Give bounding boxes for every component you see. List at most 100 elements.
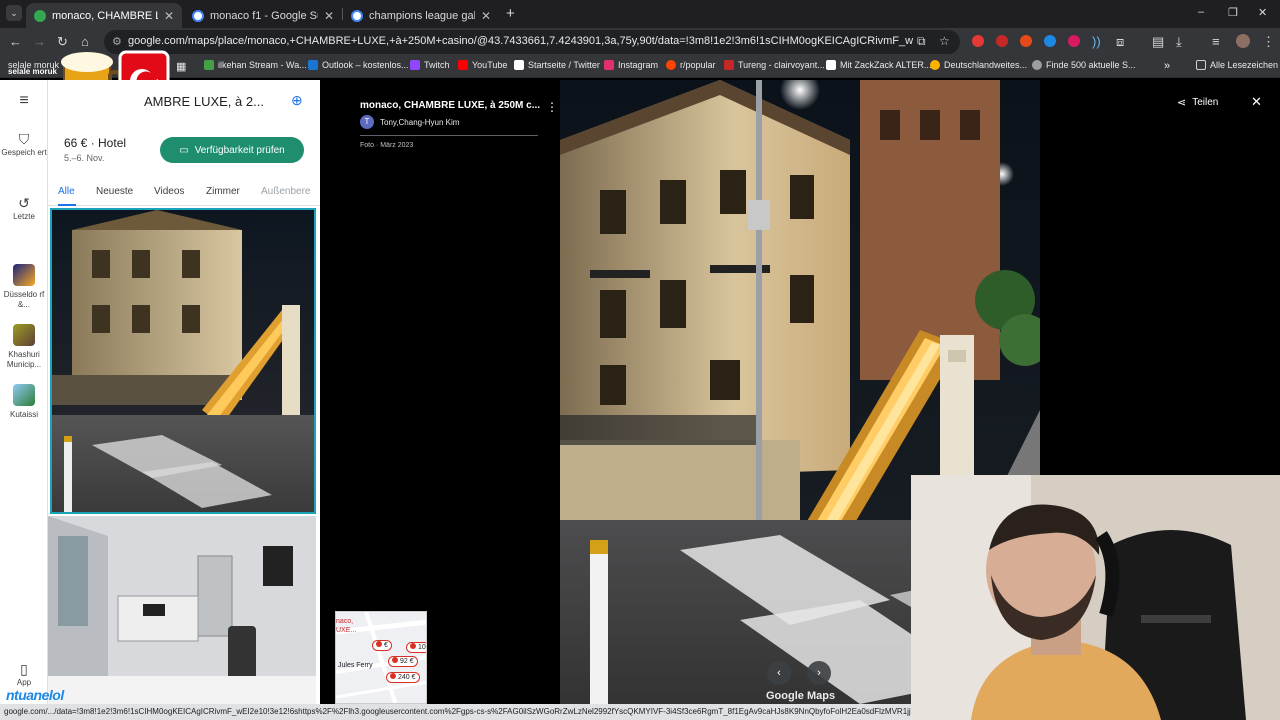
bookmark-label: Twitch (424, 60, 450, 70)
previous-photo-button[interactable]: ‹ (767, 661, 791, 685)
new-tab-button[interactable]: + (506, 5, 515, 22)
extension-icon[interactable] (1068, 35, 1080, 47)
author-name: Tony,Chang-Hyun Kim (380, 117, 460, 127)
bookmark-item[interactable]: Finde 500 aktuelle S... (1032, 60, 1136, 70)
photo-thumbnail-building[interactable] (50, 208, 316, 514)
hotel-pin-icon (390, 673, 396, 679)
menu-kebab-icon[interactable]: ⋮ (1262, 34, 1275, 50)
bookmark-item[interactable]: Startseite / Twitter (514, 60, 600, 70)
apps-grid-icon[interactable]: ▦ (176, 60, 186, 73)
tab-videos[interactable]: Videos (154, 186, 184, 197)
bookmark-item[interactable]: Deutschlandweites... (930, 60, 1027, 70)
place-thumbnail (13, 264, 35, 286)
place-thumbnail (13, 324, 35, 346)
bookmark-item[interactable]: Tureng - clairvoyant... (724, 60, 825, 70)
close-window-button[interactable]: ✕ (1258, 6, 1267, 19)
all-bookmarks-folder[interactable]: Alle Lesezeichen (1196, 60, 1278, 70)
rail-item-recent[interactable]: ↺ Letzte (0, 195, 48, 222)
tab-title: champions league galatasaray (369, 9, 475, 22)
bookmark-item[interactable]: YouTube (458, 60, 507, 70)
tab-rooms[interactable]: Zimmer (206, 186, 240, 197)
place-price: 66 € · Hotel (64, 136, 127, 150)
extension-icon[interactable] (1044, 35, 1056, 47)
pin-price: 10 (418, 644, 426, 651)
photo-date: Foto · März 2023 (360, 142, 414, 149)
close-tab-icon[interactable]: ✕ (481, 9, 491, 23)
minimap-price-pin[interactable]: € (372, 640, 392, 651)
extension-icon[interactable] (996, 35, 1008, 47)
youtube-icon (458, 60, 468, 70)
bookmark-item[interactable]: Mit ZackZack ALTER... (826, 60, 931, 70)
tab-search-button[interactable]: ⌄ (6, 5, 22, 21)
divider (360, 135, 538, 136)
minimap-price-pin[interactable]: 240 € (386, 672, 420, 683)
bookmark-star-icon[interactable]: ☆ (939, 34, 950, 48)
viewer-place-title[interactable]: monaco, CHAMBRE LUXE, à 250M c... (360, 100, 540, 111)
forward-arrow-icon[interactable]: → (33, 34, 46, 49)
history-icon: ↺ (18, 195, 30, 211)
extension-icon[interactable] (972, 35, 984, 47)
photo-thumbnail-room[interactable] (48, 516, 316, 704)
next-photo-button[interactable]: › (807, 661, 831, 685)
stay-dates[interactable]: 5.–6. Nov. (64, 153, 104, 163)
main-menu-icon[interactable]: ≡ (0, 93, 48, 109)
place-panel: AMBRE LUXE, à 2... ⊕ 66 € · Hotel 5.–6. … (48, 80, 320, 704)
browser-toolbar: ← → ↻ ⌂ ⚙ google.com/maps/place/monaco,+… (0, 28, 1280, 56)
share-label: Teilen (1192, 97, 1219, 108)
media-controls-icon[interactable]: ≡ (1212, 34, 1220, 49)
rail-item-saved[interactable]: ⛉ Gespeich ert (0, 132, 48, 158)
rail-item-duesseldorf[interactable]: Düsseldo rf &... (0, 264, 48, 310)
downloads-icon[interactable]: ⤓ (1176, 34, 1182, 50)
maximize-button[interactable]: ❐ (1228, 6, 1238, 19)
minimap-label: Jules Ferry (338, 662, 373, 669)
rail-item-khashuri[interactable]: Khashuri Municip... (0, 324, 48, 370)
viewer-more-icon[interactable]: ⋮ (546, 100, 558, 114)
tab-exterior[interactable]: Außenbere (261, 186, 310, 197)
close-viewer-icon[interactable]: ✕ (1251, 94, 1262, 110)
rail-label: App (16, 678, 32, 687)
rail-item-app[interactable]: ▯ App (0, 662, 48, 688)
bookmark-label: Startseite / Twitter (528, 60, 600, 70)
close-tab-icon[interactable]: ✕ (164, 9, 174, 23)
bookmark-item[interactable]: r/popular (666, 60, 716, 70)
maps-side-rail: ≡ ⛉ Gespeich ert ↺ Letzte Düsseldo rf &.… (0, 80, 48, 704)
pin-price: € (384, 642, 388, 649)
bookmark-item[interactable]: Outlook – kostenlos... (308, 60, 409, 70)
minimap-price-pin[interactable]: 92 € (388, 656, 418, 667)
audio-icon[interactable]: )) (1092, 34, 1101, 49)
photo-author[interactable]: T Tony,Chang-Hyun Kim (360, 115, 459, 129)
sidepanel-icon[interactable]: ▤ (1152, 34, 1164, 50)
tab-maps[interactable]: monaco, CHAMBRE LUXE, à 250 ✕ (26, 3, 182, 28)
profile-avatar[interactable] (1236, 34, 1250, 48)
bookmark-item[interactable]: Instagram (604, 60, 658, 70)
bookmark-label: YouTube (472, 60, 508, 70)
url-text[interactable]: google.com/maps/place/monaco,+CHAMBRE+LU… (128, 35, 913, 47)
minimap-price-pin[interactable]: 10 (406, 642, 426, 653)
tab-google-search[interactable]: monaco f1 - Google Suche ✕ (184, 3, 342, 28)
bookmark-favicon-icon (724, 60, 734, 70)
address-bar[interactable]: ⚙ google.com/maps/place/monaco,+CHAMBRE+… (104, 30, 960, 54)
install-app-icon[interactable]: ⧉ (917, 34, 926, 49)
close-tab-icon[interactable]: ✕ (324, 9, 334, 23)
tab-all[interactable]: Alle (58, 186, 75, 197)
share-button[interactable]: ⋖ Teilen (1177, 96, 1218, 109)
minimize-button[interactable]: – (1198, 6, 1204, 18)
extension-icon[interactable] (1020, 35, 1032, 47)
bookmark-item[interactable]: ilkehan Stream - Wa... (204, 60, 307, 70)
check-availability-button[interactable]: ▭ Verfügbarkeit prüfen (160, 137, 304, 163)
tab-champions-league[interactable]: champions league galatasaray ✕ (343, 3, 499, 28)
google-favicon-icon (192, 9, 204, 22)
minimap[interactable]: naco, UXE... Jules Ferry € 10 92 € 240 € (335, 611, 427, 704)
add-photo-camera-icon[interactable]: ⊕ (291, 92, 303, 109)
tab-newest[interactable]: Neueste (96, 186, 133, 197)
place-thumbnail (13, 384, 35, 406)
minimap-label: naco, (336, 618, 354, 625)
extensions-puzzle-icon[interactable]: ⧈ (1116, 34, 1124, 50)
back-arrow-icon[interactable]: ← (9, 34, 22, 49)
bookmarks-bar: selale moruk ▦ ilkehan Stream - Wa... Ou… (0, 56, 1280, 78)
streamer-webcam (911, 475, 1280, 720)
bookmarks-overflow-button[interactable]: » (1164, 60, 1170, 72)
tab-title: monaco f1 - Google Suche (210, 9, 318, 22)
rail-item-kutaissi[interactable]: Kutaissi (0, 384, 48, 420)
bookmark-item[interactable]: Twitch (410, 60, 450, 70)
